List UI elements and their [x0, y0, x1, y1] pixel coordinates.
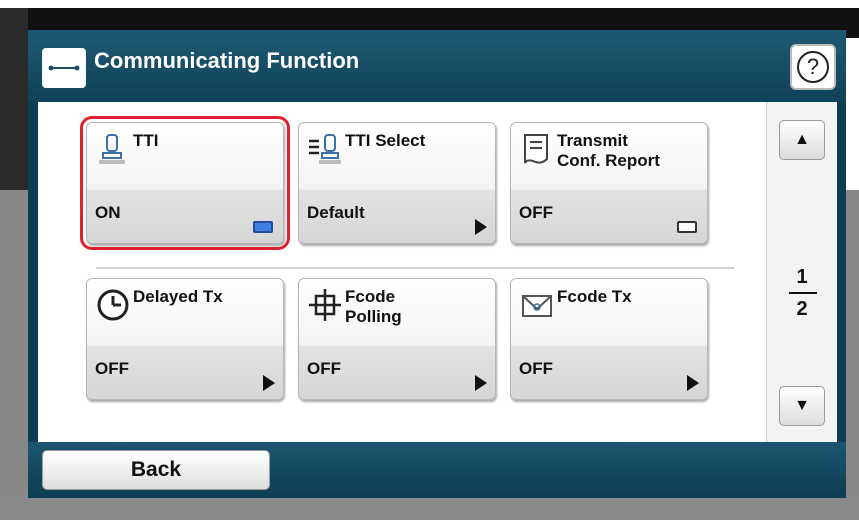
function-panel: TTI ON TTI Select Default Transmit Conf.…	[38, 102, 837, 442]
tile-fcode-polling[interactable]: Fcode Polling OFF	[298, 278, 496, 400]
tile-delayed-tx-label: Delayed Tx	[133, 287, 223, 306]
arrow-right-icon	[263, 375, 275, 391]
row-divider	[96, 267, 734, 269]
touch-screen: Communicating Function ? TTI ON TTI Sele…	[28, 30, 846, 498]
pager-column: ▲ 1 2 ▼	[766, 102, 837, 442]
clock-icon	[95, 287, 131, 323]
tile-delayed-tx-value: OFF	[95, 359, 129, 378]
tile-transmit-conf-report[interactable]: Transmit Conf. Report OFF	[510, 122, 708, 244]
tile-fcode-polling-value: OFF	[307, 359, 341, 378]
tile-tti-select-value: Default	[307, 203, 365, 222]
tile-transmit-conf-report-label: Transmit Conf. Report	[557, 131, 660, 170]
tile-tti[interactable]: TTI ON	[80, 116, 290, 250]
tile-fcode-tx-label: Fcode Tx	[557, 287, 632, 306]
scroll-up-button[interactable]: ▲	[779, 120, 825, 160]
tile-fcode-polling-label: Fcode Polling	[345, 287, 402, 326]
tile-delayed-tx[interactable]: Delayed Tx OFF	[86, 278, 284, 400]
tile-tti-value: ON	[95, 203, 121, 222]
envelope-icon	[519, 287, 555, 323]
tile-tti-label: TTI	[133, 131, 159, 150]
title-bar: Communicating Function ?	[28, 30, 846, 102]
page-current: 1	[796, 266, 808, 288]
crosshair-icon	[307, 287, 343, 323]
bottom-bar: Back	[28, 442, 846, 498]
tile-fcode-tx[interactable]: Fcode Tx OFF	[510, 278, 708, 400]
arrow-right-icon	[475, 219, 487, 235]
back-button[interactable]: Back	[42, 450, 270, 490]
page-total: 2	[796, 298, 808, 320]
report-icon	[519, 131, 555, 167]
tile-tti-select-label: TTI Select	[345, 131, 426, 150]
arrow-down-icon: ▼	[794, 397, 810, 414]
tile-transmit-conf-report-value: OFF	[519, 203, 553, 222]
page-title: Communicating Function	[94, 48, 360, 73]
arrow-right-icon	[687, 375, 699, 391]
device-bezel-bottom	[0, 496, 859, 520]
list-stamp-icon	[307, 131, 343, 167]
arrow-right-icon	[475, 375, 487, 391]
help-button[interactable]: ?	[790, 44, 836, 90]
arrow-up-icon: ▲	[794, 131, 810, 148]
communicating-function-icon	[42, 48, 86, 88]
toggle-on-icon	[253, 221, 273, 233]
toggle-off-icon	[677, 221, 697, 233]
help-icon: ?	[797, 51, 829, 83]
device-side-left	[0, 190, 28, 520]
page-divider	[789, 292, 817, 294]
stamp-icon	[95, 131, 131, 167]
tile-tti-select[interactable]: TTI Select Default	[298, 122, 496, 244]
scroll-down-button[interactable]: ▼	[779, 386, 825, 426]
tile-fcode-tx-value: OFF	[519, 359, 553, 378]
